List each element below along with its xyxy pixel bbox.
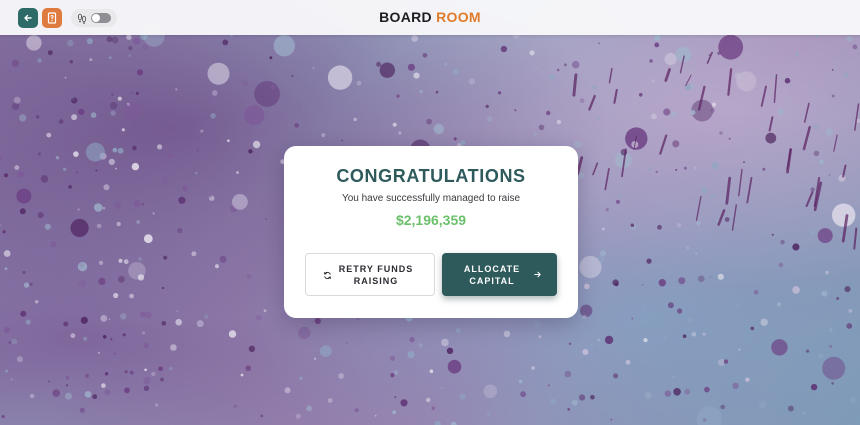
logo-text-room: ROOM (436, 9, 481, 25)
top-bar: BOARD ROOM (0, 0, 860, 35)
retry-button-label: RETRY FUNDS RAISING (338, 263, 414, 286)
allocate-button-label: ALLOCATE CAPITAL (463, 263, 521, 286)
retry-funds-raising-button[interactable]: RETRY FUNDS RAISING (305, 253, 435, 296)
refresh-icon (322, 270, 332, 280)
page: BOARD ROOM CONGRATULATIONS You have succ… (0, 0, 860, 425)
logo-text-board: BOARD (379, 9, 432, 25)
raised-amount: $2,196,359 (395, 212, 467, 228)
allocate-capital-button[interactable]: ALLOCATE CAPITAL (442, 253, 557, 296)
app-logo: BOARD ROOM (0, 9, 860, 25)
congratulations-dialog: CONGRATULATIONS You have successfully ma… (284, 146, 578, 318)
dialog-subtitle: You have successfully managed to raise (341, 193, 521, 204)
dialog-title: CONGRATULATIONS (336, 166, 526, 186)
arrow-right-icon (532, 269, 542, 279)
